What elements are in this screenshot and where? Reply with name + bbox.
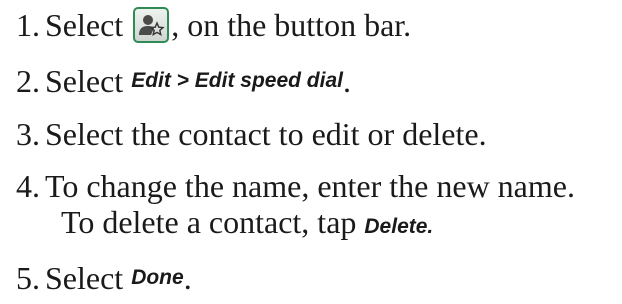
step-text: To change the name, enter the new name. [45, 168, 575, 204]
step-text-after: . [183, 260, 192, 296]
instruction-list: 1. Select , on the button bar. 2. Select… [0, 0, 622, 304]
step-text: To delete a contact, tap [61, 204, 365, 240]
step-number: 4. [16, 168, 40, 204]
step-1: 1. Select , on the button bar. [16, 6, 411, 44]
step-4: 4. To change the name, enter the new nam… [16, 167, 575, 205]
step-2: 2. Select Edit > Edit speed dial . [16, 62, 351, 100]
step-5: 5. Select Done . [16, 259, 192, 297]
menu-path-label: Edit > Edit speed dial [131, 69, 343, 92]
step-text: Select the contact to edit or delete. [45, 116, 487, 152]
step-3: 3. Select the contact to edit or delete. [16, 115, 487, 153]
step-text: Select [45, 7, 132, 43]
done-label: Done [131, 266, 184, 289]
step-4-line-2: To delete a contact, tap Delete. [61, 203, 433, 246]
delete-label: Delete. [364, 215, 434, 238]
step-number: 1. [16, 7, 40, 43]
step-text-after: , on the button bar. [171, 7, 412, 43]
step-text: Select [45, 260, 132, 296]
contact-star-icon [133, 7, 170, 43]
step-number: 3. [16, 116, 40, 152]
step-number: 5. [16, 260, 40, 296]
step-number: 2. [16, 63, 40, 99]
step-text-after: . [342, 63, 351, 99]
step-text: Select [45, 63, 132, 99]
